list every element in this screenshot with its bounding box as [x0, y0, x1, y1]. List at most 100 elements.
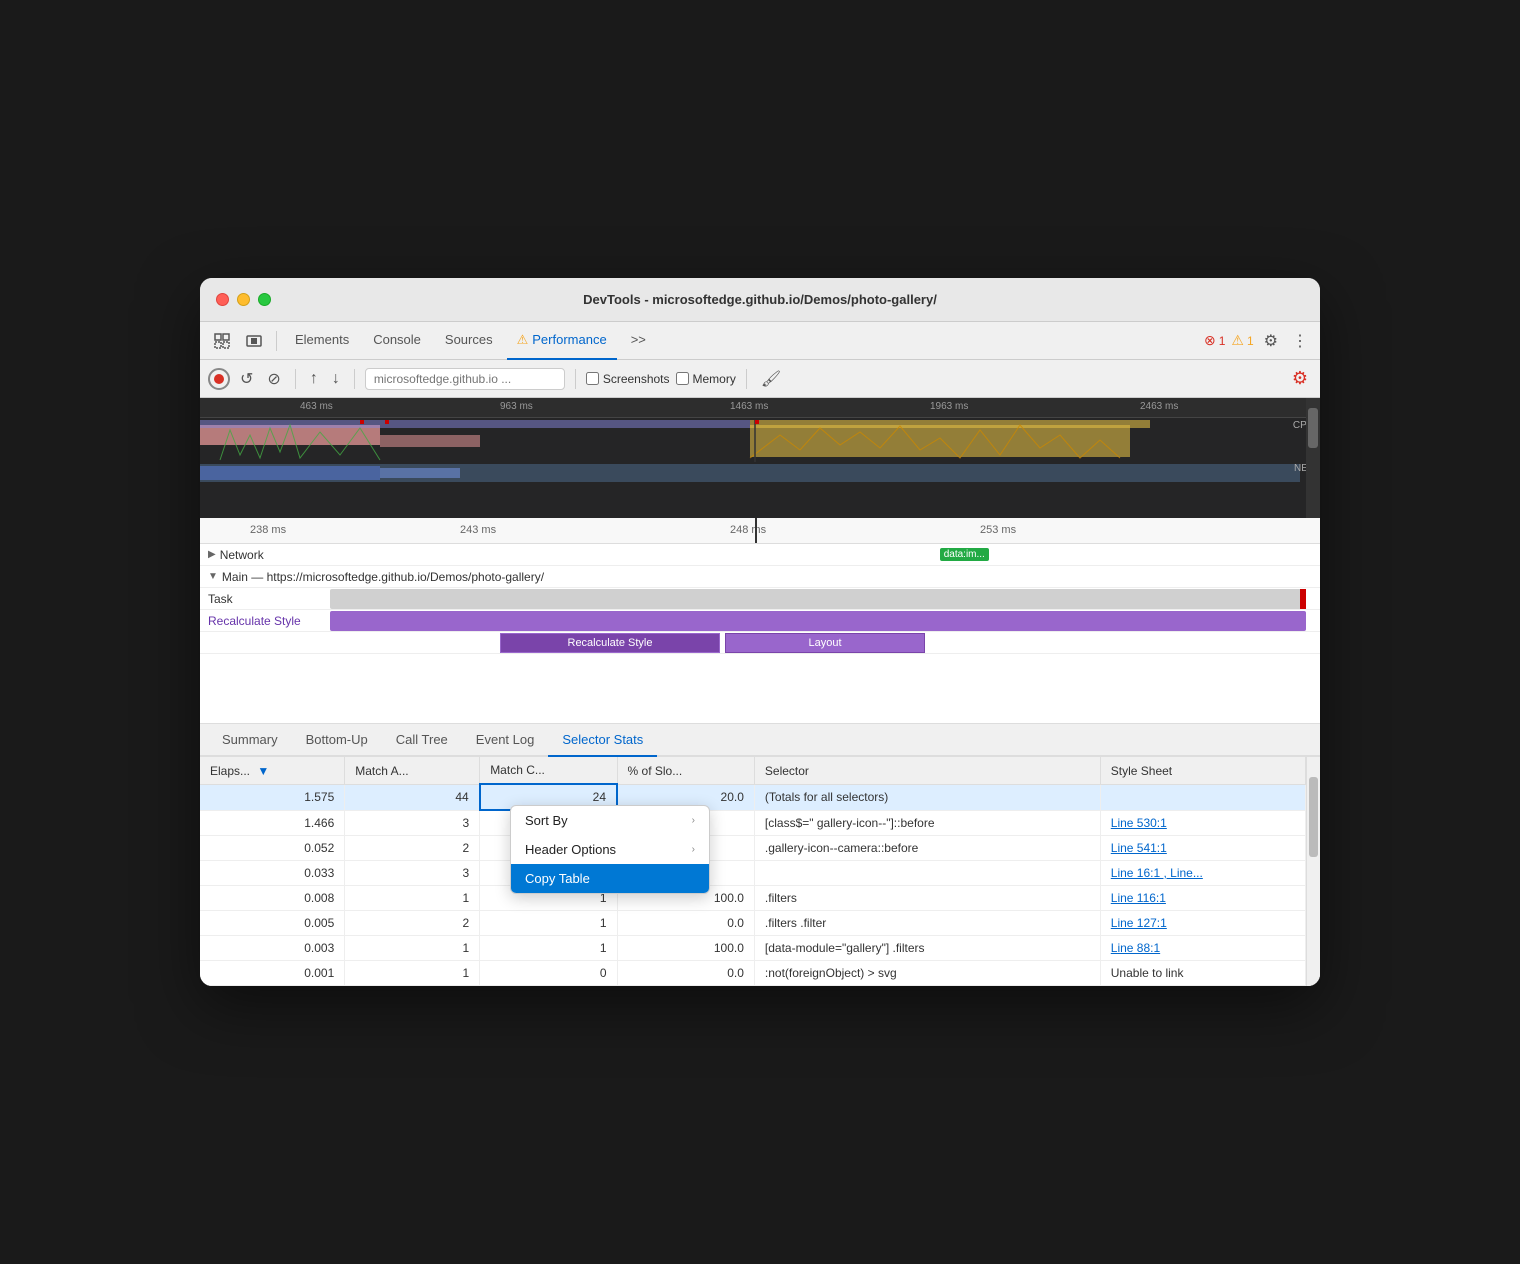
- th-selector[interactable]: Selector: [754, 757, 1100, 784]
- window-title: DevTools - microsoftedge.github.io/Demos…: [216, 292, 1304, 307]
- settings-button[interactable]: ⚙: [1260, 327, 1282, 355]
- divider2: [295, 369, 296, 389]
- screenshots-checkbox-label[interactable]: Screenshots: [586, 372, 670, 386]
- sort-arrow: ▼: [257, 764, 269, 778]
- time-cursor: [755, 518, 757, 543]
- cell-style-3: Line 16:1 , Line...: [1100, 860, 1305, 885]
- table-row[interactable]: 0.001 1 0 0.0 :not(foreignObject) > svg …: [200, 960, 1306, 985]
- net-graph: [200, 464, 1300, 482]
- segments-container: Recalculate Style Layout: [330, 632, 1320, 654]
- th-elapsed[interactable]: Elaps... ▼: [200, 757, 345, 784]
- gear-settings-button[interactable]: ⚙: [1288, 364, 1312, 393]
- close-button[interactable]: [216, 293, 229, 306]
- table-container[interactable]: Elaps... ▼ Match A... Match C... % of Sl…: [200, 757, 1320, 986]
- cell-elapsed-5: 0.005: [200, 910, 345, 935]
- cell-match-c-6: 1: [480, 935, 617, 960]
- table-row[interactable]: 1.575 44 24 20.0 (Totals for all selecto…: [200, 784, 1306, 810]
- tab-performance[interactable]: ⚠ Performance: [507, 322, 617, 360]
- cell-elapsed-3: 0.033: [200, 860, 345, 885]
- link-541[interactable]: Line 541:1: [1111, 841, 1167, 855]
- device-toolbar-icon[interactable]: [240, 329, 268, 353]
- selector-stats-table: Elaps... ▼ Match A... Match C... % of Sl…: [200, 757, 1306, 986]
- context-menu: Sort By › Header Options › Copy Table: [510, 805, 710, 894]
- brush-icon-button[interactable]: 🖌: [757, 365, 785, 393]
- link-16[interactable]: Line 16:1 , Line...: [1111, 866, 1203, 880]
- upload-button[interactable]: ↑: [306, 366, 322, 392]
- cell-match-a-5: 2: [345, 910, 480, 935]
- th-match-a[interactable]: Match A...: [345, 757, 480, 784]
- inspector-icon[interactable]: [208, 329, 236, 353]
- stop-button[interactable]: ⊘: [263, 365, 284, 393]
- cell-style-5: Line 127:1: [1100, 910, 1305, 935]
- tab-sources[interactable]: Sources: [435, 322, 503, 360]
- memory-checkbox[interactable]: [676, 372, 689, 385]
- record-button[interactable]: [208, 368, 230, 390]
- performance-toolbar: ↺ ⊘ ↑ ↓ Screenshots Memory 🖌 ⚙: [200, 360, 1320, 398]
- bottom-tabs: Summary Bottom-Up Call Tree Event Log Se…: [200, 724, 1320, 757]
- tab-elements[interactable]: Elements: [285, 322, 359, 360]
- record-dot: [214, 374, 224, 384]
- network-expand[interactable]: ▶: [208, 549, 216, 560]
- table-row[interactable]: 0.003 1 1 100.0 [data-module="gallery"] …: [200, 935, 1306, 960]
- ctx-sort-by[interactable]: Sort By ›: [511, 806, 709, 835]
- tab-selector-stats[interactable]: Selector Stats: [548, 724, 657, 757]
- cell-style-6: Line 88:1: [1100, 935, 1305, 960]
- cell-pct-6: 100.0: [617, 935, 754, 960]
- recalc-bar-container: [330, 610, 1320, 632]
- task-bar: [330, 589, 1306, 609]
- url-input[interactable]: [365, 368, 565, 390]
- main-collapse[interactable]: ▼: [208, 571, 218, 582]
- tab-summary[interactable]: Summary: [208, 724, 292, 757]
- timeline-ruler: 463 ms 963 ms 1463 ms 1963 ms 2463 ms: [200, 398, 1320, 418]
- recalc-row: Recalculate Style: [200, 610, 1320, 632]
- maximize-button[interactable]: [258, 293, 271, 306]
- table-row[interactable]: 0.005 2 1 0.0 .filters .filter Line 127:…: [200, 910, 1306, 935]
- tab-call-tree[interactable]: Call Tree: [382, 724, 462, 757]
- table-row[interactable]: 0.008 1 1 100.0 .filters Line 116:1: [200, 885, 1306, 910]
- table-row[interactable]: 0.052 2 .gallery-icon--camera::before Li…: [200, 835, 1306, 860]
- memory-checkbox-label[interactable]: Memory: [676, 372, 736, 386]
- cell-elapsed-1: 1.466: [200, 810, 345, 835]
- link-530[interactable]: Line 530:1: [1111, 816, 1167, 830]
- recalc-bar: [330, 611, 1306, 631]
- th-pct-slo[interactable]: % of Slo...: [617, 757, 754, 784]
- cell-elapsed-7: 0.001: [200, 960, 345, 985]
- main-label: Main — https://microsoftedge.github.io/D…: [222, 570, 544, 584]
- network-row: ▶ Network data:im...: [200, 544, 1320, 566]
- link-116[interactable]: Line 116:1: [1111, 891, 1166, 905]
- table-scrollbar[interactable]: [1306, 757, 1320, 986]
- link-127[interactable]: Line 127:1: [1111, 916, 1167, 930]
- tab-more[interactable]: >>: [621, 322, 656, 360]
- net-track: [200, 464, 1300, 482]
- more-options-button[interactable]: ⋮: [1288, 327, 1312, 355]
- table-row[interactable]: 1.466 3 [class$=" gallery-icon--"]::befo…: [200, 810, 1306, 835]
- cell-style-1: Line 530:1: [1100, 810, 1305, 835]
- tab-event-log[interactable]: Event Log: [462, 724, 549, 757]
- minimize-button[interactable]: [237, 293, 250, 306]
- reload-button[interactable]: ↺: [236, 365, 257, 393]
- th-style-sheet[interactable]: Style Sheet: [1100, 757, 1305, 784]
- cell-selector-2: .gallery-icon--camera::before: [754, 835, 1100, 860]
- ctx-copy-table[interactable]: Copy Table: [511, 864, 709, 893]
- ctx-header-options[interactable]: Header Options ›: [511, 835, 709, 864]
- table-row[interactable]: 0.033 3 Line 16:1 , Line...: [200, 860, 1306, 885]
- timeline-scrollbar[interactable]: [1306, 398, 1320, 518]
- screenshots-checkbox[interactable]: [586, 372, 599, 385]
- cell-match-a-7: 1: [345, 960, 480, 985]
- ruler-mark-4: 1963 ms: [930, 401, 968, 412]
- data-im-badge: data:im...: [940, 548, 989, 561]
- ctx-header-arrow: ›: [692, 844, 695, 855]
- cell-match-a-3: 3: [345, 860, 480, 885]
- divider3: [354, 369, 355, 389]
- time-mark-1: 238 ms: [250, 524, 286, 536]
- tab-console[interactable]: Console: [363, 322, 431, 360]
- th-match-c[interactable]: Match C...: [480, 757, 617, 784]
- download-button[interactable]: ↓: [328, 366, 344, 392]
- link-88[interactable]: Line 88:1: [1111, 941, 1160, 955]
- main-toolbar: Elements Console Sources ⚠ Performance >…: [200, 322, 1320, 360]
- error-badge: ⊗ 1: [1204, 332, 1225, 349]
- task-bar-container: [330, 588, 1320, 610]
- cell-style-7: Unable to link: [1100, 960, 1305, 985]
- devtools-window: DevTools - microsoftedge.github.io/Demos…: [200, 278, 1320, 986]
- tab-bottom-up[interactable]: Bottom-Up: [292, 724, 382, 757]
